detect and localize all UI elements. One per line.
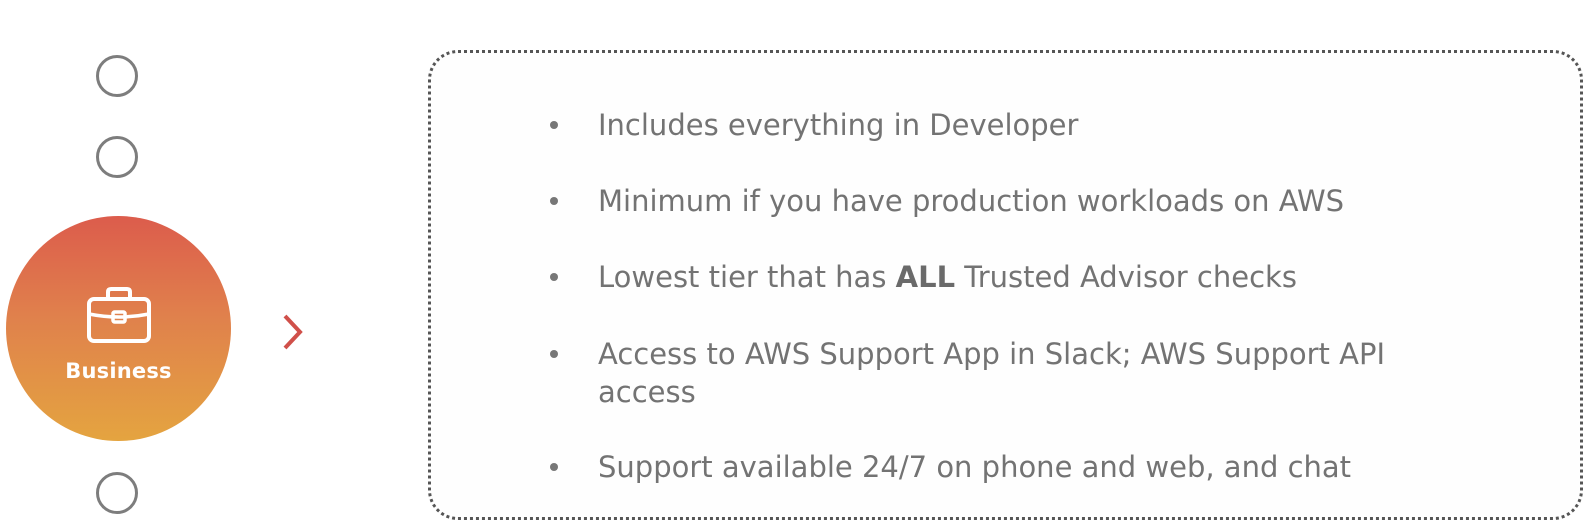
briefcase-icon xyxy=(86,286,151,343)
bullet-text: Includes everything in Developer xyxy=(598,108,1079,142)
bullet-dot xyxy=(550,273,558,281)
bullet-dot xyxy=(550,463,558,471)
bullet-text-part: Trusted Advisor checks xyxy=(955,260,1297,294)
bullet-text-emphasis: ALL xyxy=(895,260,956,294)
bullet-text: Minimum if you have production workloads… xyxy=(598,184,1345,218)
chevron-right-icon xyxy=(283,314,303,350)
bullet-text-continued: access xyxy=(598,375,696,409)
bullet-dot xyxy=(550,197,558,205)
bullet-dot xyxy=(550,350,558,358)
bullet-text-part: Lowest tier that has xyxy=(598,260,896,294)
bullet-text: Lowest tier that has ALL Trusted Advisor… xyxy=(598,258,1448,296)
step-dot-4[interactable] xyxy=(96,472,138,514)
bullet-dot xyxy=(550,121,558,129)
tier-label: Business xyxy=(65,358,172,383)
bullet-text: Support available 24/7 on phone and web,… xyxy=(598,450,1352,484)
bullet-text: Access to AWS Support App in Slack; AWS … xyxy=(598,337,1386,371)
step-dot-1[interactable] xyxy=(96,55,138,97)
step-dot-2[interactable] xyxy=(96,136,138,178)
tier-business-circle[interactable]: Business xyxy=(6,216,231,441)
